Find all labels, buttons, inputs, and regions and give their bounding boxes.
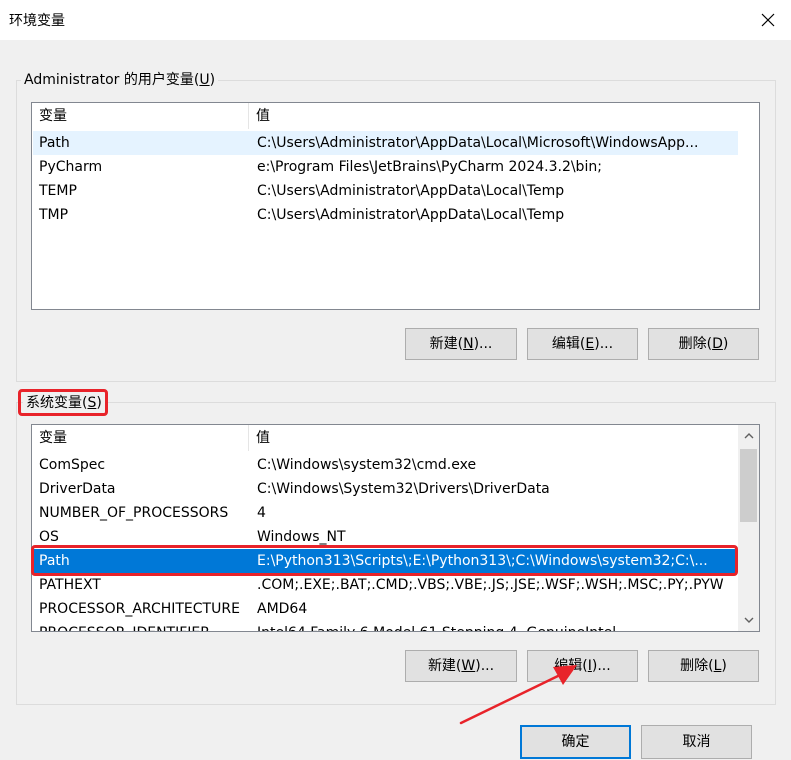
table-row[interactable]: PATHEXT .COM;.EXE;.BAT;.CMD;.VBS;.VBE;.J… [33,573,737,597]
user-edit-button[interactable]: 编辑(E)... [527,328,638,360]
table-row-selected[interactable]: Path E:\Python313\Scripts\;E:\Python313\… [33,549,737,573]
close-icon [761,13,775,27]
chevron-up-icon [744,432,753,438]
chevron-down-icon [744,617,753,623]
table-row[interactable]: ComSpec C:\Windows\system32\cmd.exe [33,453,476,477]
column-header-variable[interactable]: 变量 [32,425,249,451]
system-list-scrollbar[interactable] [738,425,759,631]
table-row[interactable]: PROCESSOR_ARCHITECTURE AMD64 [33,597,307,621]
cancel-button[interactable]: 取消 [641,725,752,759]
table-row[interactable]: DriverData C:\Windows\System32\Drivers\D… [33,477,550,501]
user-new-button[interactable]: 新建(N)... [405,328,517,360]
window-title: 环境变量 [9,13,65,29]
table-row[interactable]: TEMP C:\Users\Administrator\AppData\Loca… [33,179,564,203]
table-row[interactable]: OS Windows_NT [33,525,346,549]
table-row[interactable]: PROCESSOR_IDENTIFIER Intel64 Family 6 Mo… [33,621,737,631]
scroll-thumb[interactable] [740,449,757,522]
user-delete-button[interactable]: 删除(D) [648,328,759,360]
title-bar: 环境变量 [0,0,791,40]
ok-button[interactable]: 确定 [520,725,631,759]
scroll-up-button[interactable] [740,427,757,444]
user-variables-list[interactable]: 变量 值 Path C:\Users\Administrator\AppData… [31,102,760,310]
scroll-down-button[interactable] [740,611,757,628]
annotation-arrow [459,665,577,725]
table-row[interactable]: Path C:\Users\Administrator\AppData\Loca… [33,131,738,155]
system-delete-button[interactable]: 删除(L) [648,650,759,682]
table-row[interactable]: PyCharm e:\Program Files\JetBrains\PyCha… [33,155,602,179]
column-header-variable[interactable]: 变量 [32,103,249,129]
table-row[interactable]: TMP C:\Users\Administrator\AppData\Local… [33,203,564,227]
column-header-value[interactable]: 值 [249,425,270,451]
system-variables-list[interactable]: 变量 值 ComSpec C:\Windows\system32\cmd.exe… [31,424,760,632]
list-header: 变量 值 [32,425,759,451]
column-header-value[interactable]: 值 [249,103,270,129]
table-row[interactable]: NUMBER_OF_PROCESSORS 4 [33,501,266,525]
system-variables-label: 系统变量(S) [23,394,105,412]
list-header: 变量 值 [32,103,759,129]
user-variables-label: Administrator 的用户变量(U) [21,71,219,89]
close-button[interactable] [745,0,791,40]
